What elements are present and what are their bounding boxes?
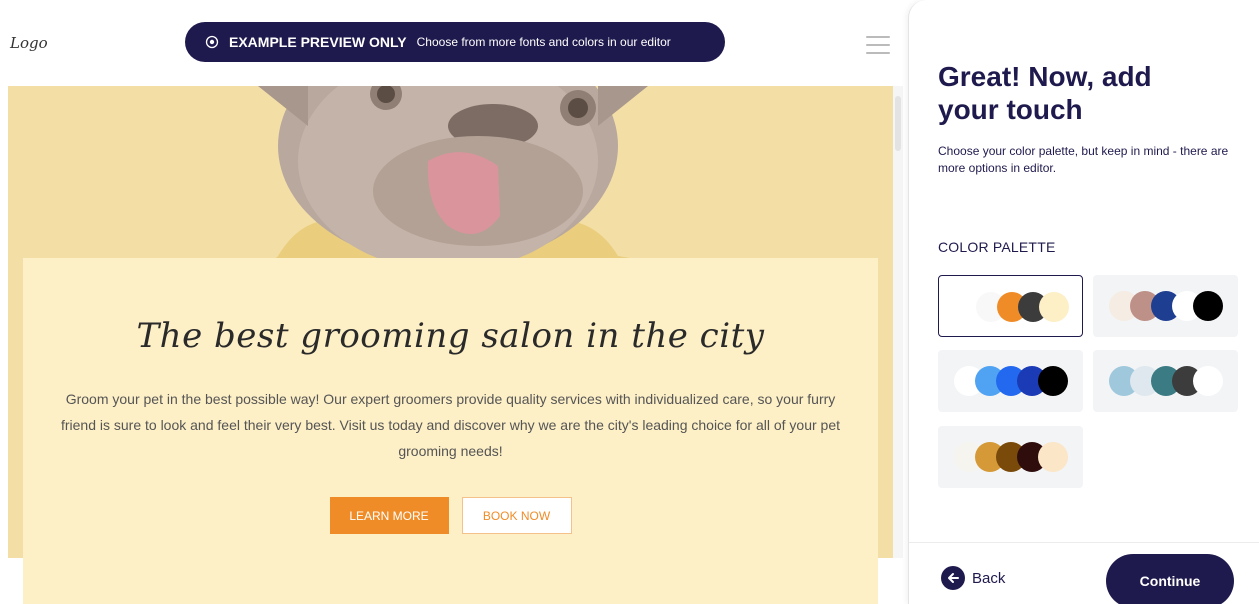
banner-title: EXAMPLE PREVIEW ONLY xyxy=(229,34,407,50)
continue-button[interactable]: Continue xyxy=(1106,554,1234,604)
hero-title: The best grooming salon in the city xyxy=(136,316,765,356)
preview-scrollbar-track[interactable] xyxy=(893,86,903,558)
palette-color-circle xyxy=(1039,292,1069,322)
hamburger-menu-icon[interactable] xyxy=(866,36,890,56)
hero-card: The best grooming salon in the city Groo… xyxy=(23,258,878,604)
preview-scrollbar-thumb[interactable] xyxy=(895,96,901,151)
palette-circles xyxy=(954,366,1074,396)
palette-circles xyxy=(955,292,1075,322)
color-palette-label: COLOR PALETTE xyxy=(938,239,1056,255)
palette-color-circle xyxy=(1193,291,1223,321)
palette-circles xyxy=(1109,366,1229,396)
arrow-left-icon xyxy=(941,566,965,590)
palette-color-circle xyxy=(1038,366,1068,396)
learn-more-button[interactable]: LEARN MORE xyxy=(329,497,449,534)
palette-option-3[interactable] xyxy=(938,350,1083,412)
customization-panel: Great! Now, add your touch Choose your c… xyxy=(908,0,1259,604)
palette-circles xyxy=(1109,291,1229,321)
back-label: Back xyxy=(972,569,1006,587)
palette-option-5[interactable] xyxy=(938,426,1083,488)
palette-option-2[interactable] xyxy=(1093,275,1238,337)
hero-description: Groom your pet in the best possible way!… xyxy=(60,391,841,459)
palette-color-circle xyxy=(1193,366,1223,396)
panel-title: Great! Now, add your touch xyxy=(938,61,1152,125)
palette-option-1[interactable] xyxy=(938,275,1083,337)
palette-circles xyxy=(954,442,1074,472)
app-root: Logo EXAMPLE PREVIEW ONLY Choose from mo… xyxy=(0,0,1259,604)
website-preview: Logo EXAMPLE PREVIEW ONLY Choose from mo… xyxy=(0,0,908,604)
eye-icon xyxy=(205,35,219,49)
banner-text: Choose from more fonts and colors in our… xyxy=(416,35,671,49)
palette-option-4[interactable] xyxy=(1093,350,1238,412)
book-now-button[interactable]: BOOK NOW xyxy=(461,497,572,534)
site-logo: Logo xyxy=(10,34,48,52)
palette-color-circle xyxy=(1038,442,1068,472)
back-button[interactable]: Back xyxy=(941,566,1005,590)
example-preview-banner: EXAMPLE PREVIEW ONLY Choose from more fo… xyxy=(185,22,725,62)
panel-subtitle: Choose your color palette, but keep in m… xyxy=(938,144,1229,175)
hero-buttons: LEARN MORE BOOK NOW xyxy=(23,497,878,534)
